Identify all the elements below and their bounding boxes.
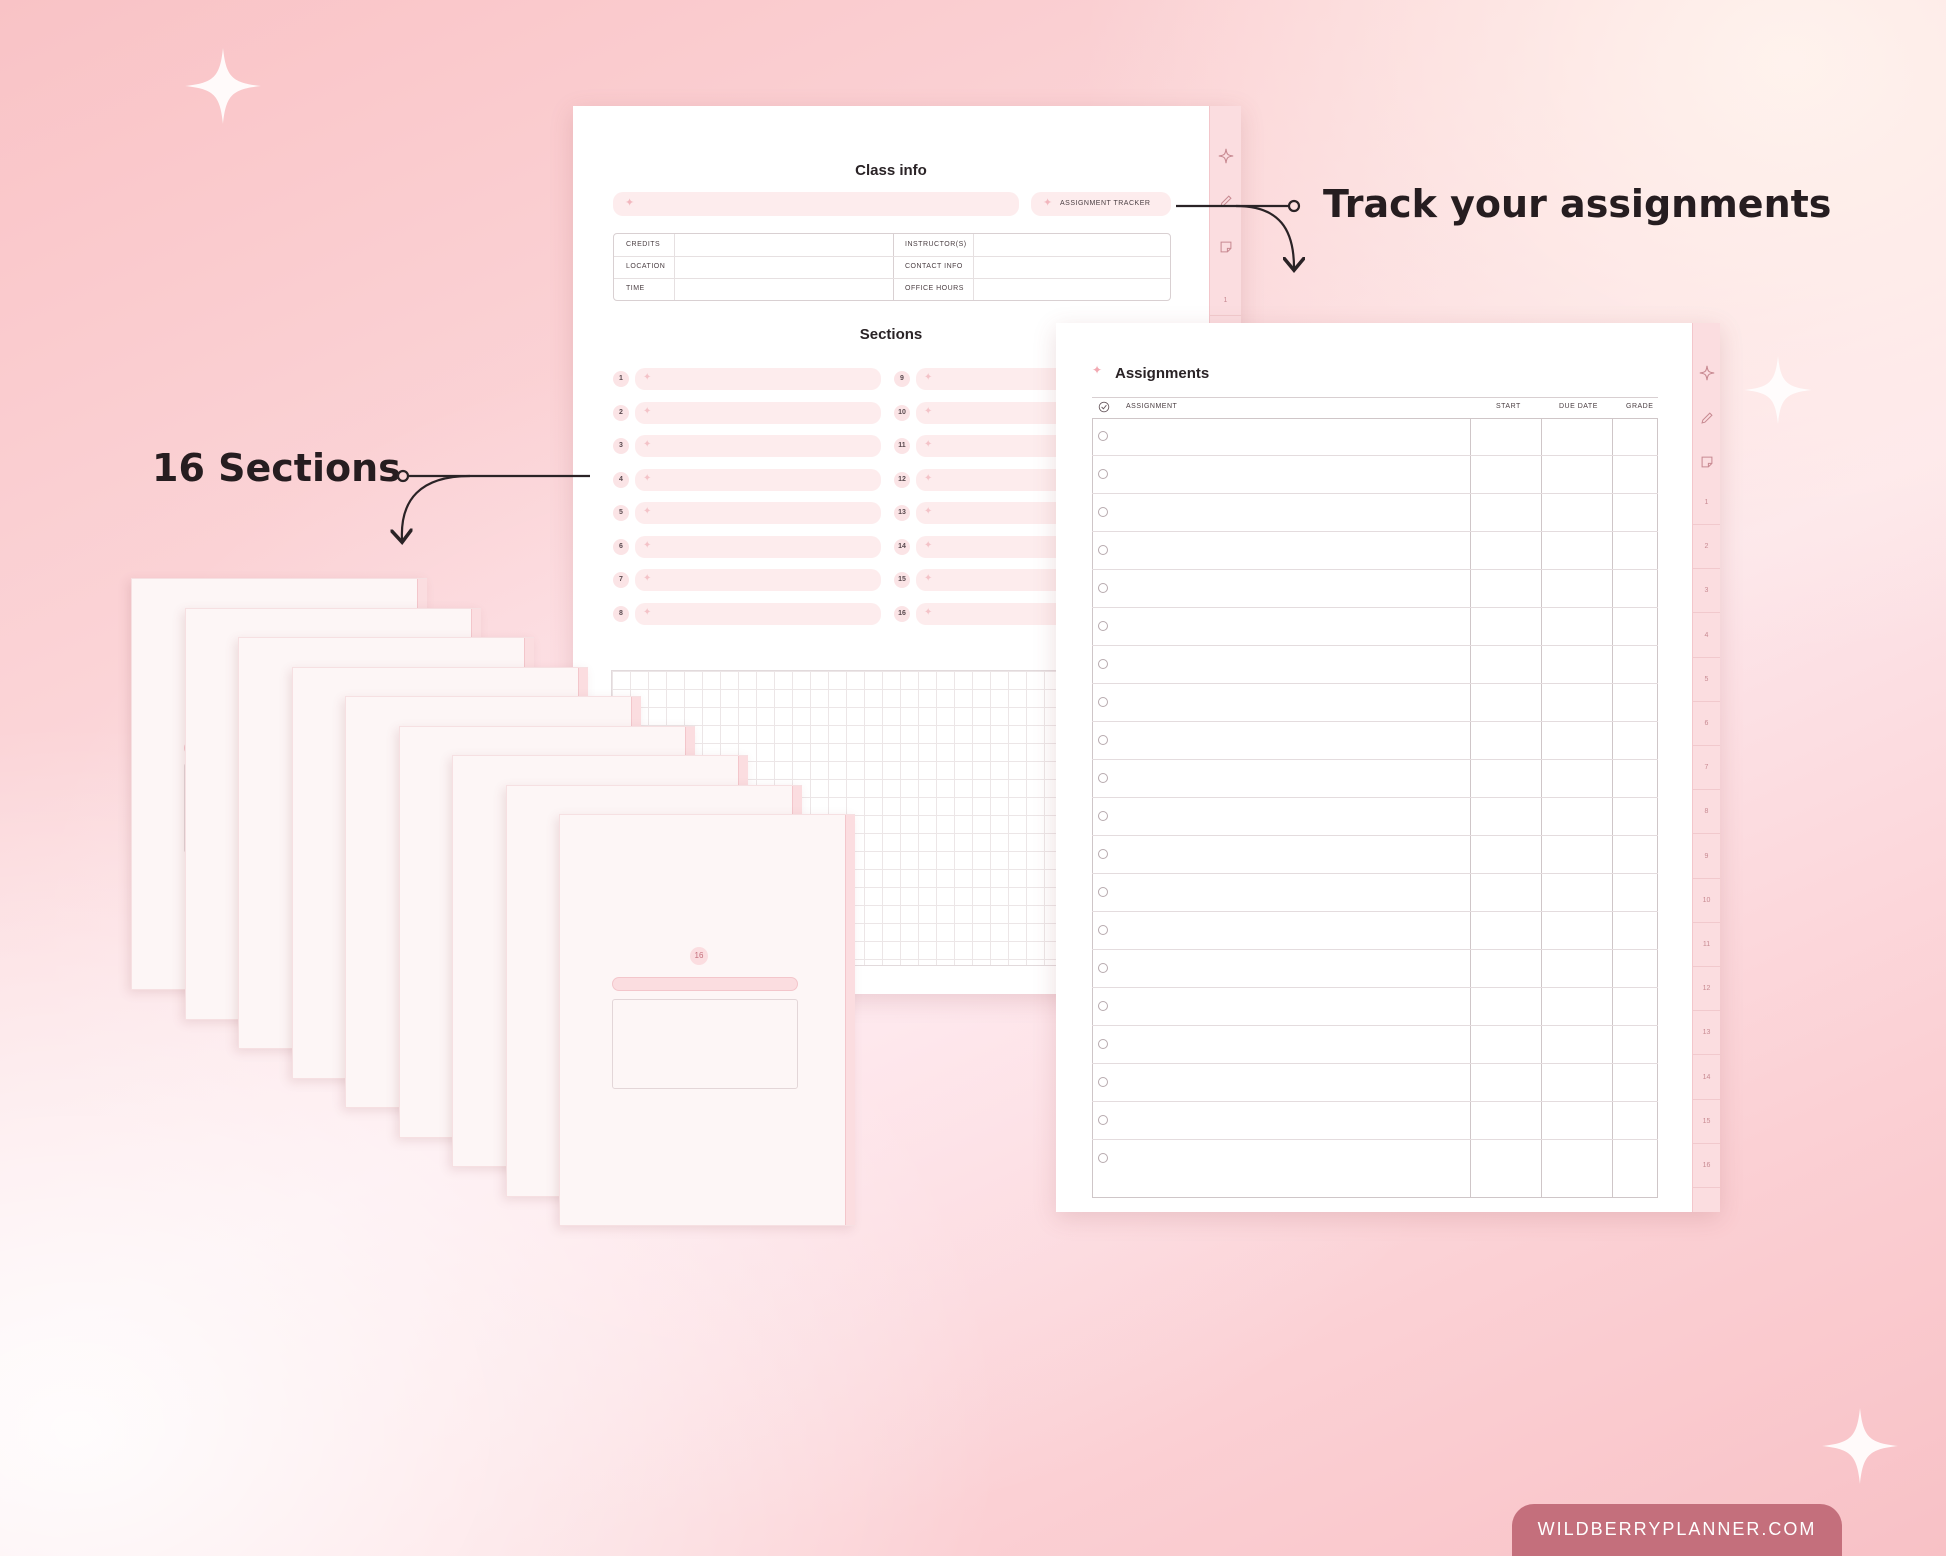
arrow-icon — [0, 199, 1946, 1556]
website-link[interactable]: WILDBERRYPLANNER.COM — [1512, 1504, 1842, 1556]
